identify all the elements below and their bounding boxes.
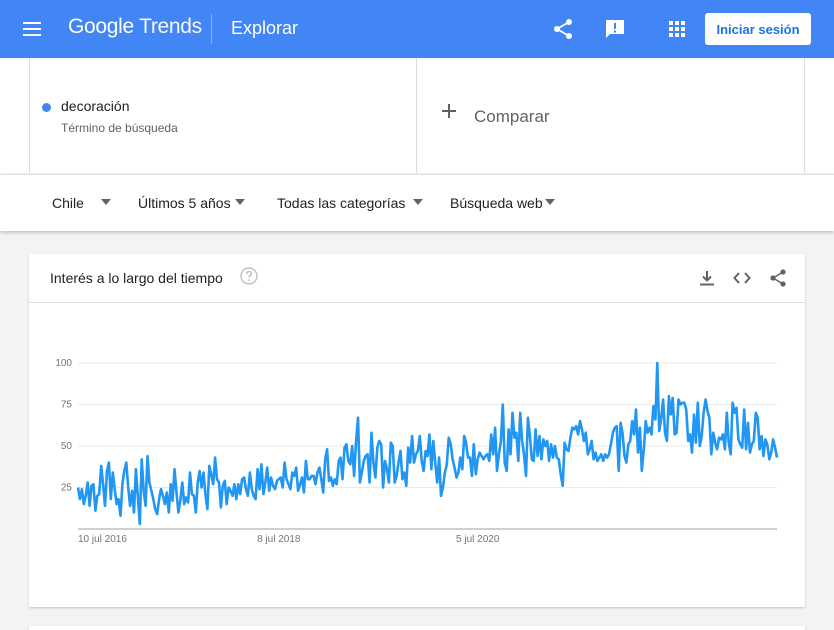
- term-color-dot: [42, 103, 51, 112]
- period-filter-label: Últimos 5 años: [138, 195, 231, 211]
- plus-icon: [442, 104, 456, 118]
- region-filter[interactable]: Chile: [52, 195, 111, 211]
- apps-icon[interactable]: [665, 17, 689, 41]
- sign-in-button[interactable]: Iniciar sesión: [705, 13, 811, 45]
- logo-google: Google: [68, 15, 134, 38]
- help-icon[interactable]: [240, 267, 258, 285]
- series-line: [76, 361, 779, 526]
- top-bar: Google Trends Explorar Iniciar sesión: [0, 0, 834, 58]
- menu-icon[interactable]: [22, 19, 42, 39]
- compare-label: Comparar: [474, 107, 550, 126]
- caret-down-icon: [101, 199, 111, 205]
- feedback-icon[interactable]: [603, 17, 627, 41]
- y-tick-label: 50: [61, 441, 73, 452]
- interest-over-time-card: Interés a lo largo del tiempo 100 75 50 25 1…: [29, 254, 805, 607]
- period-filter[interactable]: Últimos 5 años: [138, 195, 245, 211]
- search-type-filter-label: Búsqueda web: [450, 195, 543, 211]
- search-term-type: Término de búsqueda: [61, 121, 178, 135]
- caret-down-icon: [235, 199, 245, 205]
- category-filter[interactable]: Todas las categorías: [277, 195, 423, 211]
- caret-down-icon: [413, 199, 423, 205]
- search-type-filter[interactable]: Búsqueda web: [450, 195, 555, 211]
- search-term-card[interactable]: decoración Término de búsqueda: [29, 58, 417, 173]
- download-icon[interactable]: [697, 268, 717, 288]
- page-section-title: Explorar: [231, 18, 299, 38]
- card-title: Interés a lo largo del tiempo: [50, 270, 223, 286]
- google-trends-logo[interactable]: Google Trends: [68, 15, 202, 39]
- category-filter-label: Todas las categorías: [277, 195, 406, 211]
- region-filter-label: Chile: [52, 195, 84, 211]
- logo-trends: Trends: [139, 15, 202, 38]
- share-icon[interactable]: [768, 268, 788, 288]
- next-card: [29, 626, 805, 630]
- header-divider: [211, 14, 212, 44]
- filters-bar: Chile Últimos 5 años Todas las categoría…: [0, 174, 834, 231]
- embed-icon[interactable]: [732, 268, 752, 288]
- y-tick-label: 75: [61, 400, 73, 411]
- search-term: decoración: [61, 98, 130, 114]
- y-tick-label: 100: [55, 358, 72, 369]
- y-tick-label: 25: [61, 483, 73, 494]
- caret-down-icon: [545, 199, 555, 205]
- x-tick-label: 10 jul 2016: [78, 534, 127, 545]
- search-terms-area: decoración Término de búsqueda Comparar: [0, 58, 834, 173]
- interest-line-chart: 100 75 50 25 10 jul 2016 8 jul 2018 5 jul 2020: [55, 358, 779, 545]
- share-icon[interactable]: [551, 17, 575, 41]
- compare-button[interactable]: Comparar: [417, 58, 805, 173]
- x-tick-label: 5 jul 2020: [456, 534, 500, 545]
- x-tick-label: 8 jul 2018: [257, 534, 301, 545]
